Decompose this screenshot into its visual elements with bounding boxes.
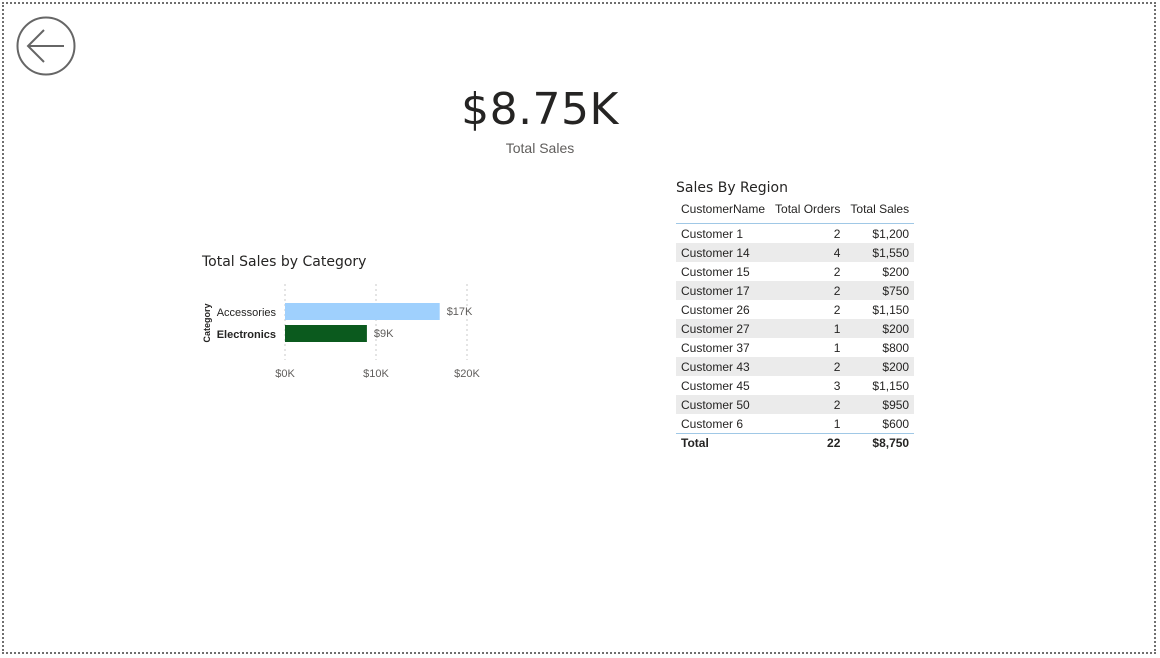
cell-total-orders: 3: [833, 378, 841, 393]
cell-total-sales: $950: [845, 395, 915, 414]
total-sales: $8,750: [845, 433, 915, 452]
cell-customer-name: Customer 37: [681, 340, 750, 355]
table-row[interactable]: Customer 45 3 $1,150: [676, 376, 914, 395]
cell-total-sales: $1,550: [845, 243, 915, 262]
table-row[interactable]: Customer 15 2 $200: [676, 262, 914, 281]
cell-total-sales: $600: [882, 416, 910, 431]
table-header-row: CustomerName Total Orders Total Sales: [676, 199, 915, 224]
total-orders: 22: [770, 433, 846, 452]
cell-total-orders: 2: [833, 226, 841, 241]
bar-chart-svg: $0K $10K $20K Category Accessories $17K Electr…: [202, 284, 481, 380]
sales-by-region-table[interactable]: Sales By Region CustomerName Total Order…: [674, 180, 915, 452]
cell-total-orders: 2: [833, 302, 841, 317]
cell-customer-name: Customer 1: [681, 226, 744, 241]
total-label: Total: [676, 433, 771, 452]
cell-total-orders: 2: [770, 357, 846, 376]
cell-customer-name: Customer 27: [676, 319, 771, 338]
cell-customer-name: Customer 17: [676, 281, 771, 300]
column-header-total-sales[interactable]: Total Sales: [845, 199, 915, 224]
cell-customer-name: Customer 45: [681, 378, 750, 393]
report-canvas: $8.75K Total Sales Total Sales by Catego…: [2, 2, 1156, 654]
kpi-label: Total Sales: [505, 140, 575, 156]
kpi-value: $8.75K: [461, 84, 619, 135]
category-label: Accessories: [217, 307, 277, 319]
bar[interactable]: [285, 303, 440, 320]
category-label: Electronics: [217, 329, 276, 341]
cell-total-orders: 2: [833, 264, 841, 279]
cell-total-orders: 4: [770, 243, 846, 262]
table-row[interactable]: Customer 50 2 $950: [676, 395, 915, 414]
axis-title-category: Category: [202, 303, 212, 342]
cell-total-sales: $1,150: [872, 378, 910, 393]
cell-customer-name: Customer 6: [681, 416, 744, 431]
cell-total-sales: $750: [845, 281, 915, 300]
cell-total-sales: $200: [882, 264, 910, 279]
cell-customer-name: Customer 43: [676, 357, 771, 376]
table-row[interactable]: Customer 37 1 $800: [676, 338, 914, 357]
cell-total-orders: 2: [770, 395, 846, 414]
table-total-row: Total 22 $8,750: [676, 433, 915, 452]
table-title: Sales By Region: [676, 180, 788, 196]
cell-customer-name: Customer 50: [676, 395, 771, 414]
column-header-customer-name[interactable]: CustomerName: [676, 199, 771, 224]
sales-by-category-chart[interactable]: Total Sales by Category $0K $10K $20K Categ…: [194, 248, 494, 388]
x-tick-label: $10K: [363, 368, 389, 380]
cell-total-sales: $1,200: [872, 226, 910, 241]
cell-customer-name: Customer 15: [681, 264, 750, 279]
bar[interactable]: [285, 325, 367, 342]
cell-total-sales: $1,150: [872, 302, 910, 317]
table-body: Customer 1 2 $1,200 Customer 14 4 $1,550 Custo…: [676, 224, 915, 434]
table-row[interactable]: Customer 1 2 $1,200: [676, 224, 914, 244]
table-row[interactable]: Customer 17 2 $750: [676, 281, 915, 300]
cell-total-sales: $200: [845, 319, 915, 338]
region-table-grid: CustomerName Total Orders Total Sales Cu…: [676, 199, 915, 452]
cell-total-orders: 1: [833, 340, 841, 355]
cell-customer-name: Customer 14: [676, 243, 771, 262]
data-label: $9K: [374, 328, 394, 340]
table-row[interactable]: Customer 26 2 $1,150: [676, 300, 914, 319]
table-row[interactable]: Customer 14 4 $1,550: [676, 243, 915, 262]
cell-total-orders: 2: [770, 281, 846, 300]
table-row[interactable]: Customer 27 1 $200: [676, 319, 915, 338]
cell-total-sales: $800: [882, 340, 910, 355]
table-row[interactable]: Customer 6 1 $600: [676, 414, 914, 434]
cell-total-orders: 1: [833, 416, 841, 431]
cell-total-sales: $200: [845, 357, 915, 376]
cell-total-orders: 1: [770, 319, 846, 338]
data-label: $17K: [447, 306, 473, 318]
x-tick-label: $0K: [275, 368, 295, 380]
x-tick-label: $20K: [454, 368, 480, 380]
cell-customer-name: Customer 26: [681, 302, 750, 317]
column-header-total-orders[interactable]: Total Orders: [770, 199, 846, 224]
arrow-left-icon: [16, 16, 76, 76]
table-row[interactable]: Customer 43 2 $200: [676, 357, 915, 376]
back-button[interactable]: [16, 16, 76, 76]
total-sales-card[interactable]: $8.75K Total Sales: [440, 82, 640, 156]
